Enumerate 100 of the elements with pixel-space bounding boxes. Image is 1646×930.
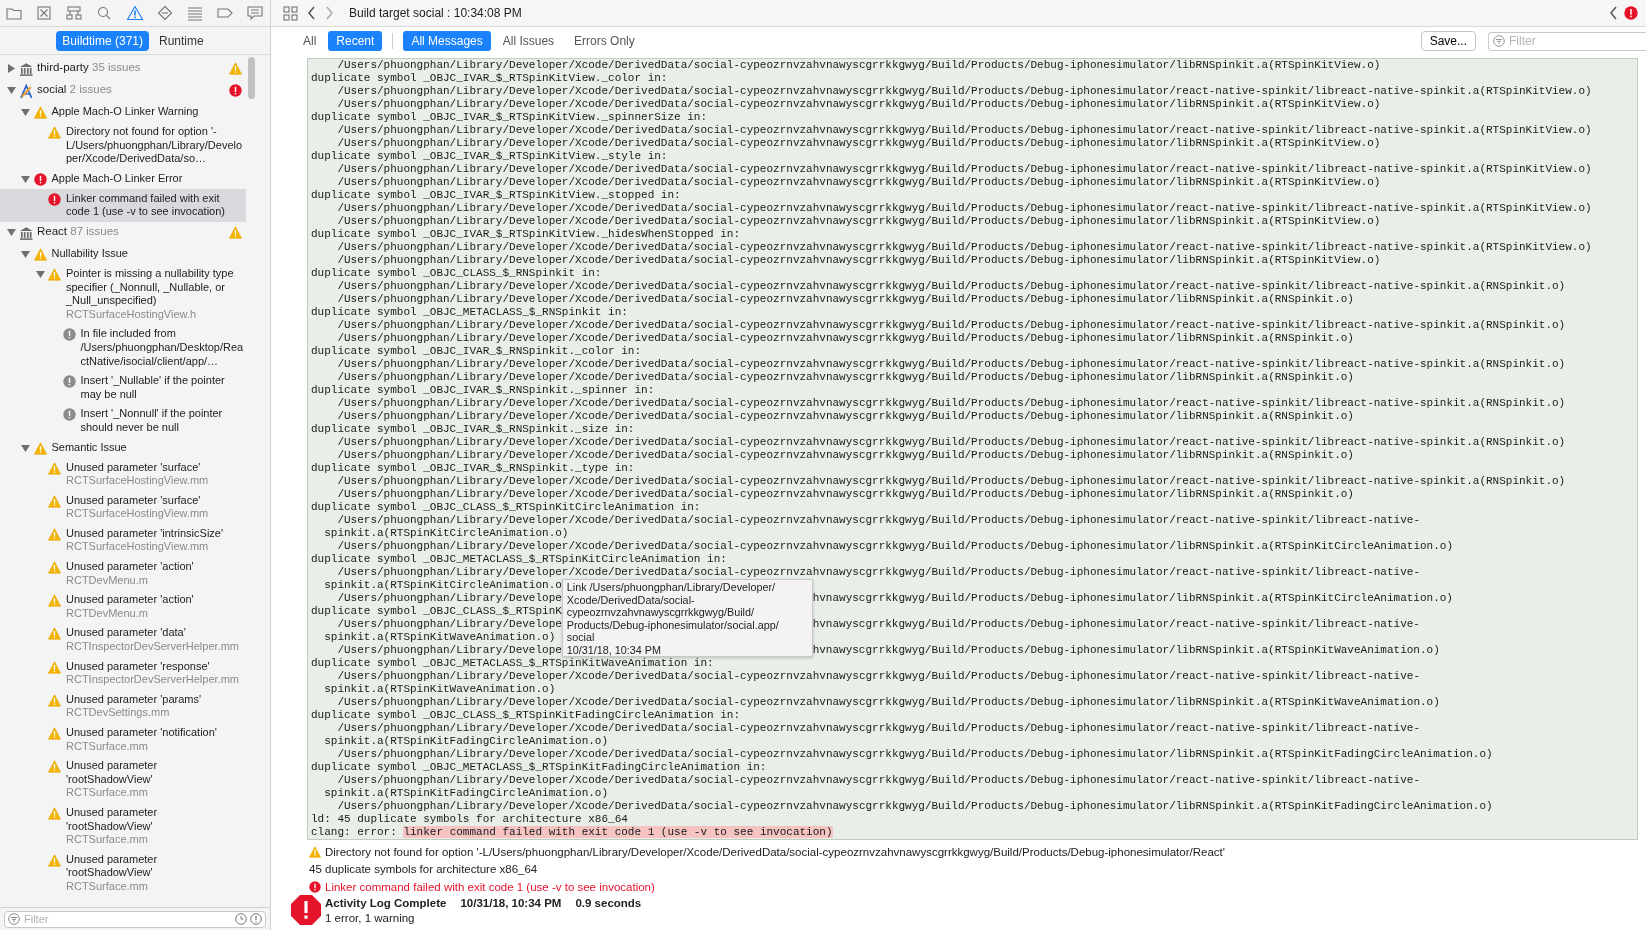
- build-title: Build target social : 10:34:08 PM: [349, 6, 522, 20]
- log-line: duplicate symbol _OBJC_IVAR_$_RNSpinkit._spinner in:: [311, 384, 655, 396]
- forward-chevron-icon[interactable]: [325, 6, 334, 20]
- speech-bubble-icon[interactable]: [246, 5, 264, 21]
- log-line: spinkit.a(RTSpinKitFadingCircleAnimation.o): [323, 735, 609, 747]
- disclosure-triangle-icon[interactable]: [6, 227, 16, 237]
- issue-row[interactable]: Unused parameter 'response' RCTInspectorDevServerHelper.mm: [0, 656, 246, 690]
- activity-duration: 0.9 seconds: [575, 895, 642, 911]
- issue-row[interactable]: Unused parameter 'action' RCTDevMenu.m: [0, 557, 246, 591]
- project-name: React: [37, 224, 68, 237]
- issue-row[interactable]: Nullability Issue: [0, 243, 246, 264]
- save-button[interactable]: Save...: [1420, 31, 1476, 51]
- issue-row[interactable]: Apple Mach-O Linker Warning: [0, 102, 246, 122]
- tooltip-text: cypeozrnvzahvnawyscgrrkkgwyg/Build/: [566, 606, 756, 619]
- issue-row[interactable]: Semantic Issue: [0, 437, 246, 458]
- warning-icon: [309, 845, 321, 858]
- back-chevron-icon[interactable]: [307, 6, 316, 20]
- issue-row[interactable]: React 87 issues: [0, 221, 246, 244]
- back-chevron-icon[interactable]: [1609, 6, 1618, 20]
- summary-message: 45 duplicate symbols for architecture x86_64: [309, 863, 538, 876]
- issue-row[interactable]: third-party 35 issues: [0, 58, 246, 80]
- file-name: RCTSurface.mm: [66, 833, 149, 847]
- log-line: duplicate symbol _OBJC_IVAR_$_RTSpinKitView._hidesWhenStopped in:: [311, 228, 741, 240]
- filter-icon: [8, 913, 20, 925]
- issue-row[interactable]: Unused parameter 'rootShadowView' RCTSurface.mm: [0, 802, 246, 850]
- category-name: Nullability Issue: [51, 246, 128, 259]
- issue-row[interactable]: Unused parameter 'intrinsicSize' RCTSurfaceHostingView.mm: [0, 523, 246, 558]
- warning-filter-icon[interactable]: [250, 913, 262, 925]
- project-name: social: [37, 83, 67, 95]
- diamond-icon[interactable]: [155, 5, 174, 21]
- tooltip-text: Products/Debug-iphonesimulator/social.app/: [566, 618, 780, 631]
- issue-row[interactable]: Unused parameter 'action' RCTDevMenu.m: [0, 590, 246, 624]
- issue-row[interactable]: Linker command failed with exit code 1 (use -v to see invocation): [0, 188, 246, 222]
- activity-time: 10/31/18, 10:34 PM: [460, 895, 562, 911]
- clock-icon[interactable]: [235, 913, 247, 925]
- issue-row[interactable]: Directory not found for option '-L/Users/phuongphan/Library/Developer/Xcode/DerivedData/so…: [0, 122, 246, 169]
- log-line: duplicate symbol _OBJC_IVAR_$_RTSpinKitView._style in:: [311, 150, 668, 162]
- file-name: RCTInspectorDevServerHelper.mm: [66, 640, 240, 654]
- issue-text: Unused parameter 'action': [66, 560, 194, 573]
- log-line: /Users/phuongphan/Library/Developer/Xcode/DerivedData/social-cypeozrnvzahvnawyscgrrkkgwyg/Build/Products/Debug-iphonesimulator/react-native-spinkit/libreact-native-spinkit.a(RTSpinKitView.o): [336, 163, 1592, 175]
- filter-tab[interactable]: Errors Only: [566, 31, 643, 51]
- error-icon[interactable]: [1624, 6, 1638, 20]
- disclosure-triangle-icon[interactable]: [21, 174, 31, 184]
- log-line: duplicate symbol _OBJC_METACLASS_$_RTSpinKitWaveAnimation in:: [311, 657, 714, 669]
- issue-row[interactable]: Insert '_Nullable' if the pointer may be null: [0, 371, 246, 405]
- issue-text: Unused parameter 'action': [66, 593, 194, 606]
- filter-tab[interactable]: All: [295, 31, 325, 51]
- disclosure-triangle-icon[interactable]: [6, 86, 16, 95]
- issue-text: Unused parameter 'data': [66, 626, 186, 639]
- issue-row[interactable]: Unused parameter 'params' RCTDevSettings.mm: [0, 689, 246, 723]
- issue-row[interactable]: Unused parameter 'rootShadowView' RCTSurface.mm: [0, 756, 246, 803]
- log-line: spinkit.a(RTSpinKitWaveAnimation.o): [323, 631, 556, 643]
- tag-icon[interactable]: [215, 5, 234, 21]
- issue-row[interactable]: In file included from /Users/phuongphan/Desktop/ReactNative/isocial/client/app/…: [0, 324, 246, 372]
- log-line: /Users/phuongphan/Library/Developer/Xcode/DerivedData/social-cypeozrnvzahvnawyscgrrkkgwyg/Build/Products/Debug-iphonesimulator/libRNSpinkit.a(RNSpinkit.o): [336, 488, 1354, 500]
- log-line: /Users/phuongphan/Library/Develope: [336, 644, 562, 656]
- issue-row[interactable]: Unused parameter 'rootShadowView' RCTSurface.mm: [0, 849, 246, 897]
- issue-row[interactable]: Unused parameter 'data' RCTInspectorDevServerHelper.mm: [0, 623, 246, 657]
- issue-text: Unused parameter 'notification': [66, 726, 217, 738]
- disclosure-triangle-icon[interactable]: [21, 108, 31, 117]
- scope-tab[interactable]: Buildtime (371): [56, 30, 149, 51]
- filter-tab[interactable]: All Issues: [494, 31, 563, 51]
- log-line: clang: error:: [311, 826, 398, 838]
- hierarchy-icon[interactable]: [65, 5, 84, 21]
- issue-row[interactable]: Unused parameter 'surface' RCTSurfaceHostingView.mm: [0, 490, 246, 524]
- issue-row[interactable]: social 2 issues: [0, 80, 246, 102]
- issue-row[interactable]: Pointer is missing a nullability type specifier (_Nonnull, _Nullable, or _Null_unspecified) RCTSurfaceHostingView.h: [0, 263, 246, 325]
- issue-text: Unused parameter 'rootShadowView': [66, 852, 158, 879]
- file-name: RCTDevSettings.mm: [66, 706, 171, 720]
- issue-row[interactable]: Insert '_Nonnull' if the pointer should never be null: [0, 404, 246, 438]
- summary-message: Directory not found for option '-L/Users/phuongphan/Library/Developer/Xcode/DerivedData/social-cypeozrnvzahvnawyscgrrkkgwyg/Build/Products/Debug-iphonesimulator/React': [325, 845, 1225, 858]
- disclosure-triangle-icon[interactable]: [21, 443, 31, 453]
- filter-tab[interactable]: Recent: [328, 31, 383, 51]
- scope-tab[interactable]: Runtime: [153, 30, 210, 51]
- scrollbar-thumb[interactable]: [248, 57, 255, 99]
- disclosure-triangle-icon[interactable]: [21, 249, 31, 259]
- log-line: /Users/phuongphan/Library/Developer/Xcode/DerivedData/social-cypeozrnvzahvnawyscgrrkkgwyg/Build/Products/Debug-iphonesimulator/react-native-spinkit/libreact-native-spinkit.a(RNSpinkit.o): [336, 436, 1566, 448]
- filter-field[interactable]: Filter: [4, 910, 266, 928]
- filter-field[interactable]: Filter: [1488, 31, 1646, 51]
- log-line: /Users/phuongphan/Library/Develope: [336, 592, 562, 604]
- file-name: RCTInspectorDevServerHelper.mm: [66, 673, 240, 687]
- disclosure-triangle-icon[interactable]: [6, 64, 16, 73]
- file-name: RCTSurface.mm: [66, 739, 149, 754]
- issue-row[interactable]: Unused parameter 'surface' RCTSurfaceHostingView.mm: [0, 457, 246, 491]
- crossed-box-icon[interactable]: [35, 5, 54, 21]
- log-line: /Users/phuongphan/Library/Developer/Xcode/DerivedData/social-cypeozrnvzahvnawyscgrrkkgwyg/Build/Products/Debug-iphonesimulator/libRNSpinkit.a(RTSpinKitFadingCircleAnimation.o): [336, 800, 1493, 812]
- folder-icon[interactable]: [5, 5, 23, 21]
- file-name: RCTDevMenu.m: [66, 606, 149, 621]
- file-name: RCTDevMenu.m: [66, 573, 149, 588]
- grid-icon[interactable]: [283, 5, 298, 21]
- issue-row[interactable]: Unused parameter 'notification' RCTSurface.mm: [0, 723, 246, 757]
- issue-text: In file included from /Users/phuongphan/Desktop/ReactNative/isocial/client/app/…: [80, 327, 244, 367]
- disclosure-triangle-icon[interactable]: [35, 269, 45, 279]
- log-line: /Users/phuongphan/Library/Developer/Xcode/DerivedData/social-cypeozrnvzahvnawyscgrrkkgwyg/Build/Products/Debug-iphonesimulator/libRNSpinkit.a(RNSpinkit.o): [336, 293, 1354, 305]
- log-line: duplicate symbol _OBJC_CLASS_$_RTSpinKitFadingCircleAnimation in:: [311, 709, 741, 721]
- warning-icon[interactable]: [125, 5, 144, 21]
- log-line: /Users/phuongphan/Library/Developer/Xcode/DerivedData/social-cypeozrnvzahvnawyscgrrkkgwyg/Build/Products/Debug-iphonesimulator/react-native-spinkit/libreact-native-spinkit.a(RNSpinkit.o): [336, 358, 1566, 370]
- issue-row[interactable]: Apple Mach-O Linker Error: [0, 168, 246, 189]
- filter-icon: [1493, 35, 1505, 47]
- filter-tab[interactable]: All Messages: [403, 31, 491, 51]
